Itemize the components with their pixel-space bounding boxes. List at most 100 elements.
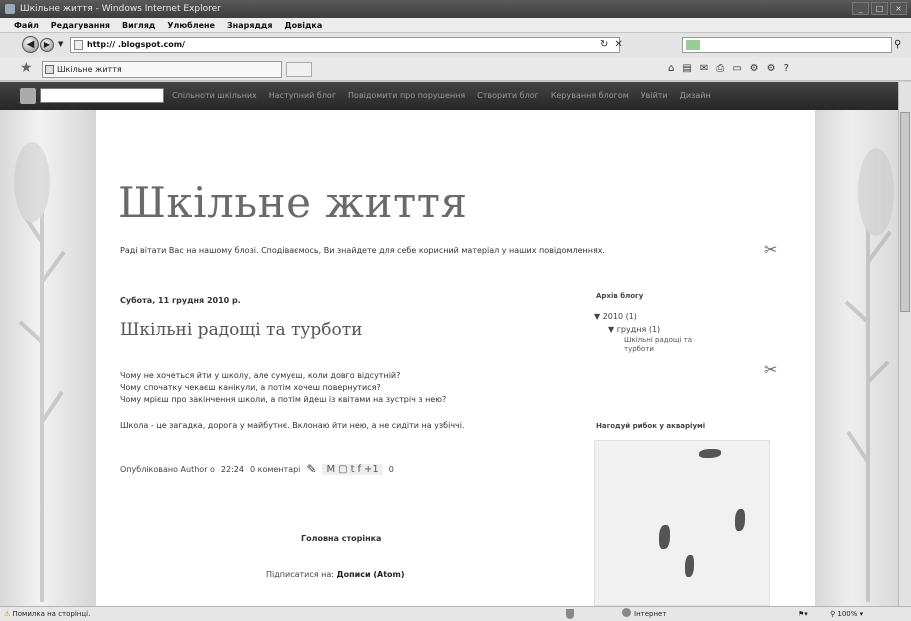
search-provider-icon xyxy=(686,40,700,50)
fish-aquarium-widget[interactable] xyxy=(594,440,770,606)
zoom-level[interactable]: ⚲ 100% ▾ xyxy=(830,607,863,621)
facebook-share-icon[interactable]: f xyxy=(357,464,361,475)
zoom-value: 100% xyxy=(837,610,858,618)
refresh-icon[interactable]: ↻ xyxy=(600,39,608,50)
plus-one-count: 0 xyxy=(388,464,394,474)
blogger-link[interactable]: Керування блогом xyxy=(551,82,629,110)
fish-icon xyxy=(685,555,694,577)
post-line: Чому спочатку чекаєш канікули, а потім х… xyxy=(120,383,381,392)
address-toolbar: ◀ ▶ ▼ http:// .blogspot.com/ ↻ ✕ ⚲ xyxy=(0,33,911,57)
favorites-star-icon[interactable]: ★ xyxy=(20,60,33,76)
menu-bar: Файл Редагування Вигляд Улюблене Знарядд… xyxy=(0,18,911,33)
tab-title: Шкільне життя xyxy=(57,65,122,74)
stop-icon[interactable]: ✕ xyxy=(614,39,622,50)
fish-widget-heading: Нагодуй рибок у акваріумі xyxy=(596,422,706,430)
atom-feed-link[interactable]: Дописи (Atom) xyxy=(337,570,405,579)
search-input[interactable] xyxy=(682,37,892,53)
tree-decoration xyxy=(14,142,66,602)
post-footer: Опубліковано Author о 22:24 0 коментарі … xyxy=(120,462,394,476)
tab-current[interactable]: Шкільне життя xyxy=(42,61,282,78)
page-icon xyxy=(74,40,83,50)
zone-label: Інтернет xyxy=(634,610,667,618)
menu-file[interactable]: Файл xyxy=(14,18,39,32)
comments-link[interactable]: 0 коментарі xyxy=(250,465,300,474)
menu-view[interactable]: Вигляд xyxy=(122,18,155,32)
blog-content: Шкільне життя Раді вітати Вас на нашому … xyxy=(96,110,815,606)
fish-icon xyxy=(699,449,721,458)
quick-edit-icon[interactable]: ✂ xyxy=(764,360,777,379)
email-share-icon[interactable]: M xyxy=(326,464,335,475)
mail-icon[interactable]: ✉ xyxy=(700,63,708,74)
search-icon[interactable]: ⚲ xyxy=(894,39,901,50)
menu-help[interactable]: Довідка xyxy=(285,18,323,32)
tools-icon[interactable]: ⚙ xyxy=(767,63,776,74)
status-bar: ⚠ Помилка на сторінці. Інтернет ⚑▾ ⚲ 100… xyxy=(0,606,911,621)
blogger-link[interactable]: Дизайн xyxy=(680,82,711,110)
maximize-button[interactable]: □ xyxy=(871,2,888,15)
post-body: Чому не хочеться йти у школу, але сумуєш… xyxy=(120,370,540,432)
globe-icon xyxy=(622,608,631,617)
blogger-link[interactable]: Увійти xyxy=(641,82,668,110)
security-status-icon[interactable]: ⚑▾ xyxy=(798,607,808,621)
safety-icon[interactable]: ⚙ xyxy=(750,63,759,74)
blog-title[interactable]: Шкільне життя xyxy=(118,178,467,227)
post-title[interactable]: Шкільні радощі та турботи xyxy=(120,320,363,340)
print-icon[interactable]: ⎙ xyxy=(716,63,724,74)
back-button[interactable]: ◀ xyxy=(22,36,39,53)
protected-mode-icon xyxy=(566,609,574,619)
blogger-link[interactable]: Створити блог xyxy=(477,82,539,110)
blog-share-icon[interactable]: ▢ xyxy=(338,464,347,475)
home-icon[interactable]: ⌂ xyxy=(668,63,674,74)
window-controls: _ □ × xyxy=(852,2,907,15)
blogger-logo-icon[interactable] xyxy=(20,88,36,104)
address-bar[interactable]: http:// .blogspot.com/ xyxy=(70,37,620,53)
vertical-scrollbar[interactable] xyxy=(898,82,911,606)
home-link[interactable]: Головна сторінка xyxy=(301,534,381,543)
scrollbar-thumb[interactable] xyxy=(900,112,910,312)
plus-one-button[interactable]: +1 xyxy=(364,464,379,475)
archive-month[interactable]: ▼ грудня (1) xyxy=(594,323,704,336)
subscribe-label: Підписатися на: xyxy=(266,570,334,579)
window-title: Шкільне життя - Windows Internet Explore… xyxy=(20,4,221,14)
archive-post-link[interactable]: Шкільні радощі та турботи xyxy=(594,336,704,354)
blogger-search-input[interactable] xyxy=(40,88,164,103)
subscribe-line: Підписатися на: Дописи (Atom) xyxy=(266,570,405,579)
address-tools: ↻ ✕ xyxy=(600,39,623,50)
history-dropdown-icon[interactable]: ▼ xyxy=(58,40,63,48)
minimize-button[interactable]: _ xyxy=(852,2,869,15)
blog-description: Раді вітати Вас на нашому блозі. Сподіва… xyxy=(120,246,606,255)
help-icon[interactable]: ? xyxy=(784,63,789,74)
post-line: Чому не хочеться йти у школу, але сумуєш… xyxy=(120,371,401,380)
edit-post-icon[interactable]: ✎ xyxy=(306,462,316,476)
post-date: Субота, 11 грудня 2010 р. xyxy=(120,296,241,305)
menu-favorites[interactable]: Улюблене xyxy=(167,18,215,32)
menu-edit[interactable]: Редагування xyxy=(51,18,110,32)
blog-archive: ▼ 2010 (1) ▼ грудня (1) Шкільні радощі т… xyxy=(594,310,704,354)
blogger-navbar: Спільноти шкільних Наступний блог Повідо… xyxy=(0,82,911,110)
twitter-share-icon[interactable]: t xyxy=(351,464,355,475)
forward-button[interactable]: ▶ xyxy=(40,38,54,52)
page-menu-icon[interactable]: ▭ xyxy=(732,63,741,74)
archive-heading: Архів блогу xyxy=(596,292,644,300)
feeds-icon[interactable]: ▤ xyxy=(682,63,691,74)
tab-page-icon xyxy=(45,65,54,74)
blogger-link[interactable]: Спільноти шкільних xyxy=(172,82,257,110)
status-text: Помилка на сторінці. xyxy=(12,610,91,618)
archive-year[interactable]: ▼ 2010 (1) xyxy=(594,310,704,323)
new-tab-button[interactable] xyxy=(286,62,312,77)
tab-toolbar: ★ Шкільне життя ⌂ ▤ ✉ ⎙ ▭ ⚙ ⚙ ? xyxy=(0,57,911,81)
blogger-links: Спільноти шкільних Наступний блог Повідо… xyxy=(172,82,711,110)
quick-edit-icon[interactable]: ✂ xyxy=(764,240,777,259)
post-line: Чому мрієш про закінчення школи, а потім… xyxy=(120,395,447,404)
menu-tools[interactable]: Знаряддя xyxy=(227,18,273,32)
page-viewport: Спільноти шкільних Наступний блог Повідо… xyxy=(0,82,911,606)
post-line: Школа - це загадка, дорога у майбутнє. В… xyxy=(120,421,465,430)
post-time-link[interactable]: 22:24 xyxy=(221,465,244,474)
fish-icon xyxy=(659,525,670,549)
blogger-link[interactable]: Наступний блог xyxy=(269,82,336,110)
status-error[interactable]: ⚠ Помилка на сторінці. xyxy=(4,607,90,621)
command-bar: ⌂ ▤ ✉ ⎙ ▭ ⚙ ⚙ ? xyxy=(668,63,789,74)
close-button[interactable]: × xyxy=(890,2,907,15)
blogger-link[interactable]: Повідомити про порушення xyxy=(348,82,465,110)
security-zone: Інтернет xyxy=(622,607,666,621)
